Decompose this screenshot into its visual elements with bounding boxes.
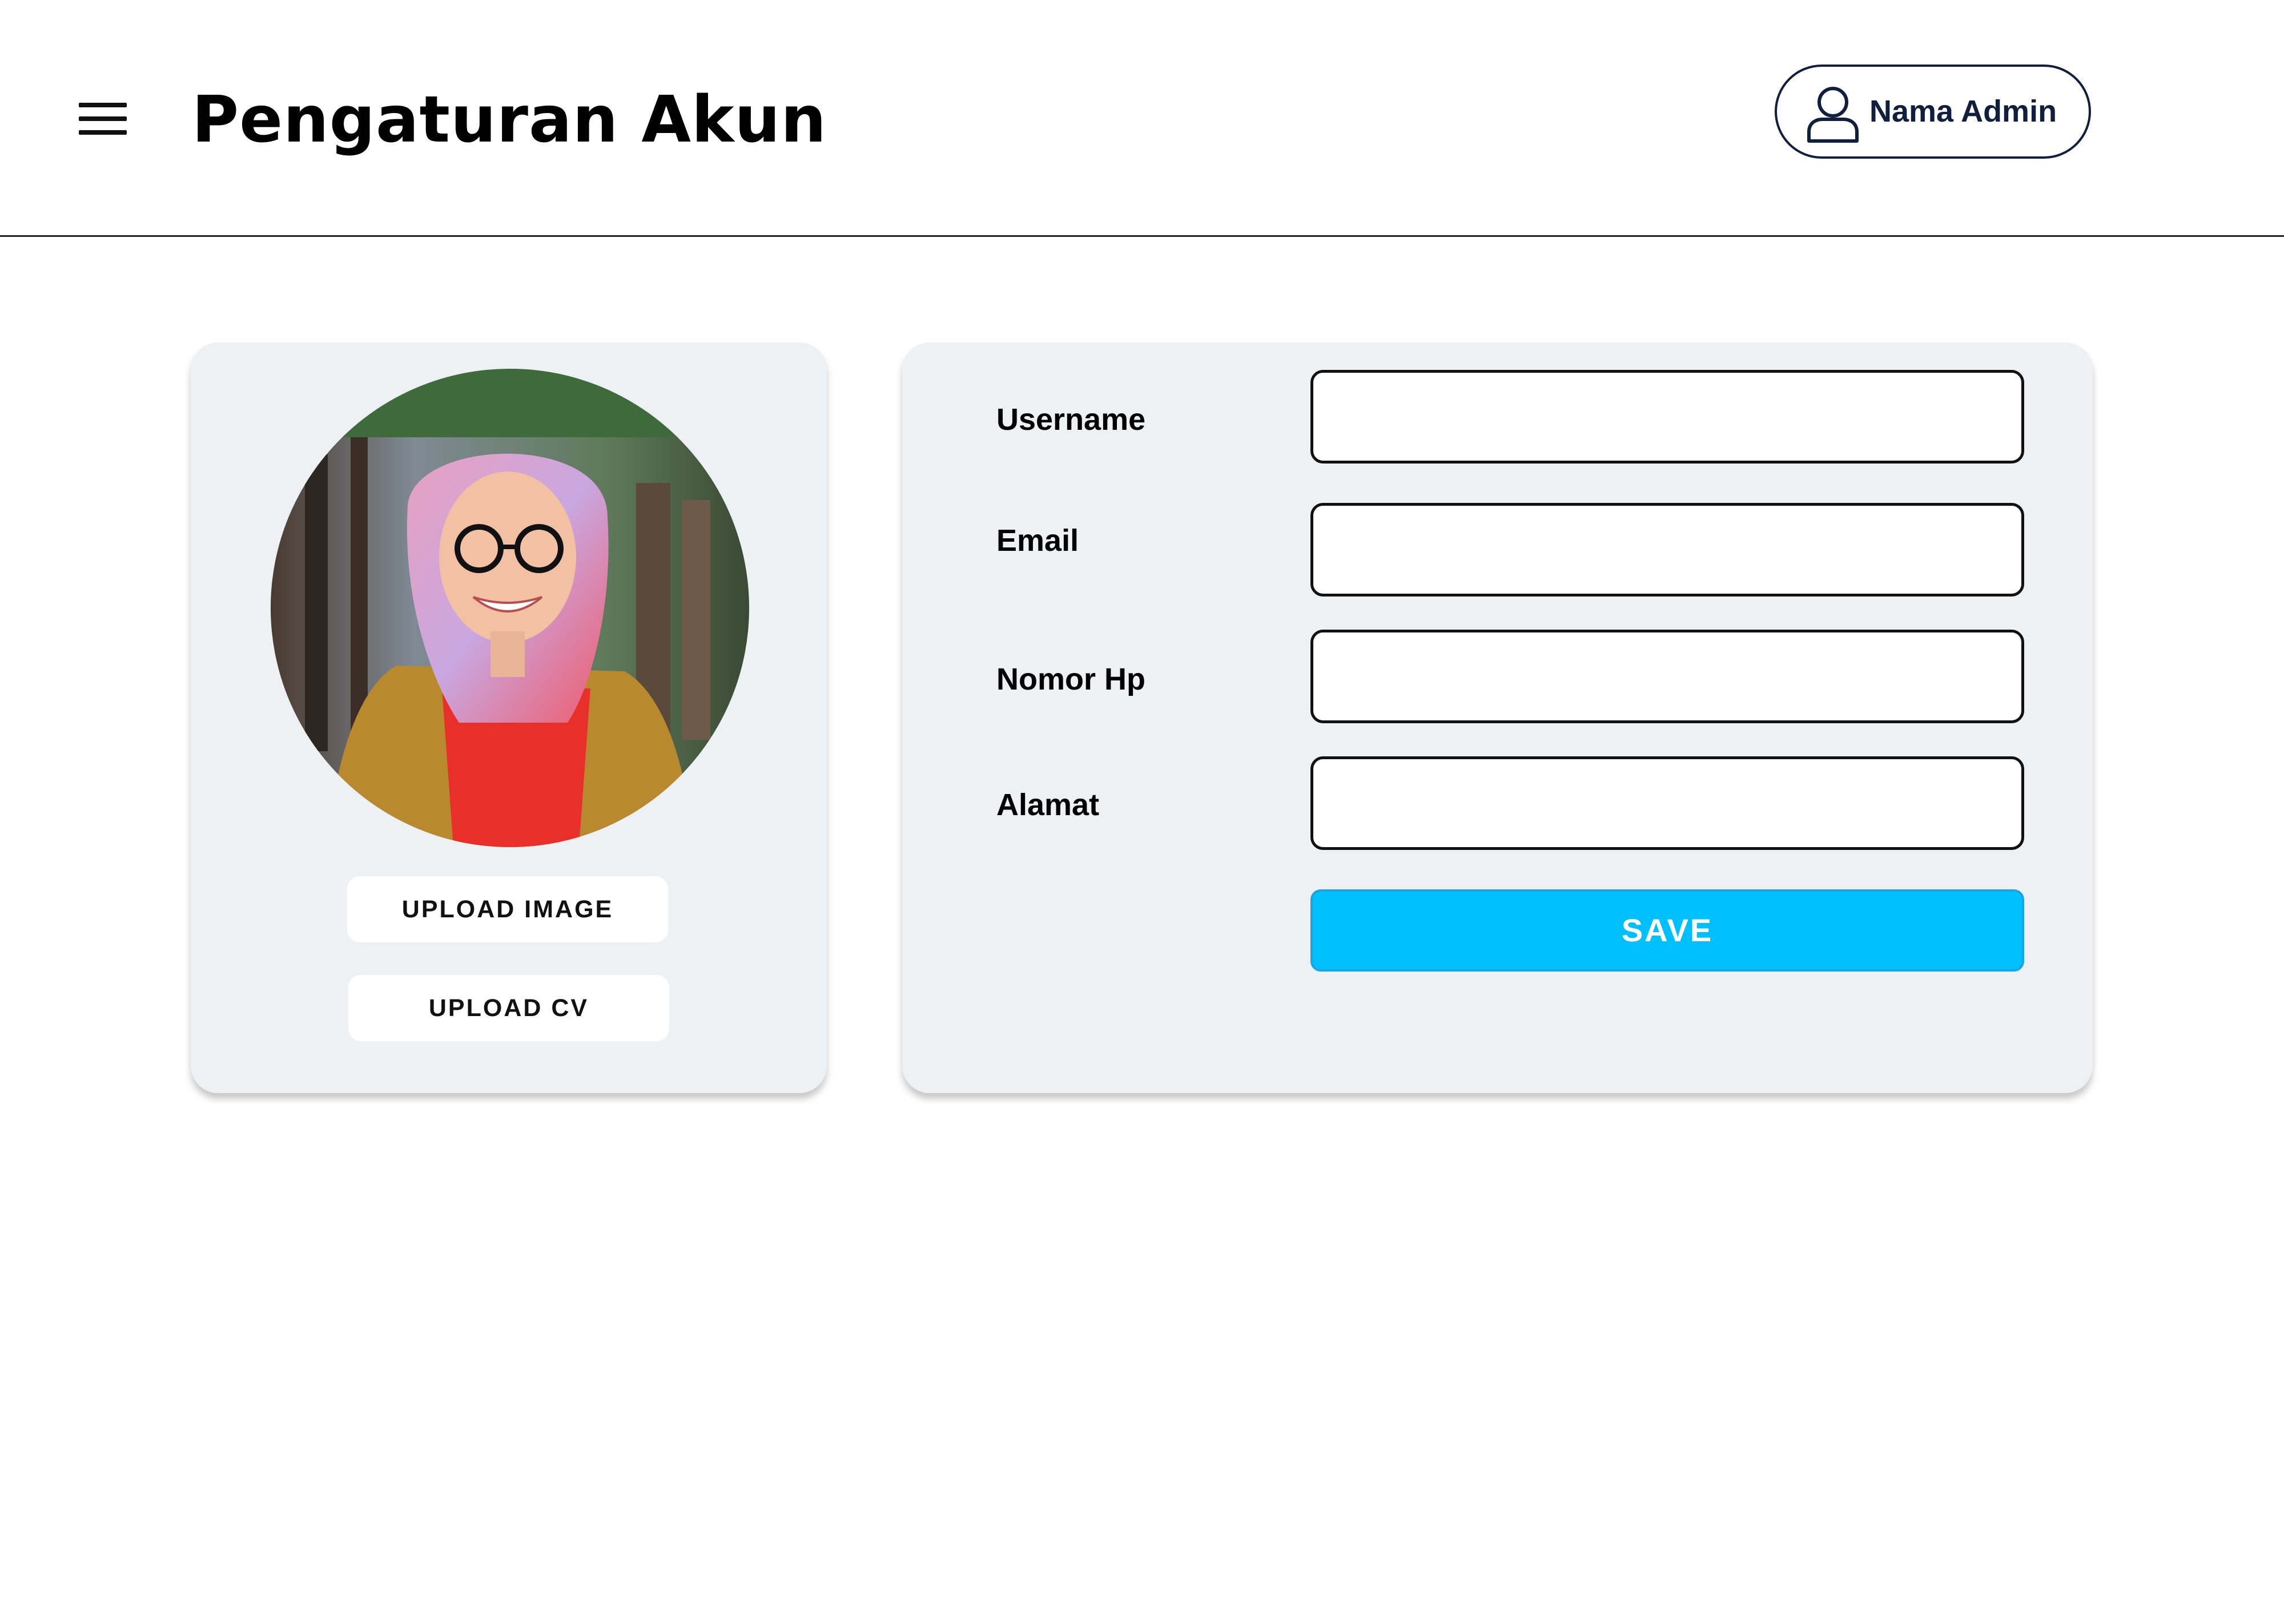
upload-cv-button[interactable]: UPLOAD CV: [348, 975, 669, 1041]
address-label: Alamat: [996, 788, 1100, 822]
username-label: Username: [996, 402, 1146, 437]
profile-photo: [271, 369, 749, 847]
page-title: Pengaturan Akun: [192, 83, 827, 157]
menu-line: [79, 103, 127, 107]
phone-number-field[interactable]: [1310, 630, 2024, 723]
upload-image-button[interactable]: UPLOAD IMAGE: [347, 876, 668, 942]
save-button[interactable]: SAVE: [1310, 889, 2024, 972]
hamburger-menu-icon[interactable]: [74, 97, 131, 143]
profile-photo-image: [271, 369, 749, 847]
menu-line: [79, 130, 127, 135]
account-form-card: Username Email Nomor Hp Alamat SAVE: [902, 342, 2093, 1093]
user-account-button[interactable]: Nama Admin: [1775, 65, 2091, 159]
phone-number-label: Nomor Hp: [996, 662, 1145, 696]
email-field[interactable]: [1310, 503, 2024, 597]
user-name: Nama Admin: [1869, 94, 2057, 128]
user-icon: [1807, 87, 1859, 143]
username-field[interactable]: [1310, 370, 2024, 464]
email-label: Email: [996, 523, 1079, 558]
profile-card: UPLOAD IMAGE UPLOAD CV: [191, 342, 827, 1093]
menu-line: [79, 116, 127, 121]
top-bar: Pengaturan Akun Nama Admin: [0, 0, 2284, 237]
address-field[interactable]: [1310, 756, 2024, 850]
